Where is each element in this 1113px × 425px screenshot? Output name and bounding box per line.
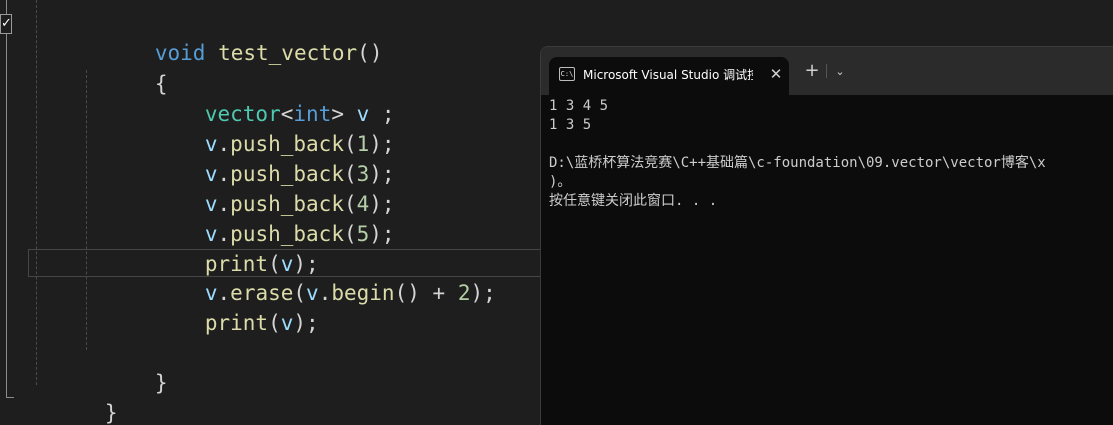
code-line-close-brace-inner[interactable]: }	[79, 338, 168, 395]
parens-inner: ()	[394, 281, 420, 305]
code-line-open-brace[interactable]: {	[79, 39, 168, 96]
paren-close: );	[369, 222, 395, 246]
close-brace: }	[104, 401, 118, 425]
code-line-print-1[interactable]: print(v);	[129, 219, 319, 276]
close-brace: }	[154, 371, 168, 395]
code-line-declaration[interactable]: vector<int> v ;	[129, 69, 395, 126]
paren-close: );	[470, 281, 496, 305]
terminal-icon: C:\	[559, 67, 575, 81]
code-line-erase[interactable]: v.erase(v.begin() + 2);	[129, 248, 496, 305]
output-press-any-key: 按任意键关闭此窗口. . .	[549, 193, 718, 209]
paren-close: );	[293, 311, 319, 335]
output-line-blank	[549, 135, 1113, 154]
code-line-function-signature[interactable]: void test_vector()	[79, 8, 383, 65]
number-offset: 2	[457, 281, 471, 305]
screen: ✓ void test_vector() { vector<int> v ; v…	[0, 0, 1113, 425]
paren-open: (	[343, 222, 357, 246]
argument-v: v	[280, 311, 294, 335]
code-line-push-back-1[interactable]: v.push_back(1);	[129, 99, 395, 156]
new-tab-button[interactable]: +	[803, 61, 821, 81]
code-line-push-back-4[interactable]: v.push_back(4);	[129, 159, 395, 216]
function-print: print	[204, 311, 269, 335]
function-name: test_vector	[218, 41, 358, 65]
debug-console-window[interactable]: C:\ Microsoft Visual Studio 调试控 ✕ + ⌄ 1 …	[540, 46, 1113, 425]
console-tab[interactable]: C:\ Microsoft Visual Studio 调试控 ✕	[549, 57, 789, 95]
fold-rail	[6, 0, 7, 398]
console-output[interactable]: 1 3 4 5 1 3 5 D:\蓝桥杯算法竞赛\C++基础篇\c-founda…	[549, 97, 1113, 211]
output-line-1: 1 3 4 5	[549, 98, 609, 114]
output-path-continuation: )。	[549, 174, 572, 190]
paren-open: (	[268, 311, 281, 335]
parens: ()	[357, 41, 383, 65]
output-path-line: D:\蓝桥杯算法竞赛\C++基础篇\c-foundation\09.vector…	[549, 155, 1046, 171]
code-line-close-brace-outer[interactable]: }	[29, 368, 118, 425]
tab-title: Microsoft Visual Studio 调试控	[583, 68, 753, 82]
indent-guide-outer	[36, 0, 37, 385]
number-arg: 5	[356, 222, 370, 246]
fold-toggle-icon[interactable]: ✓	[0, 14, 12, 34]
chevron-down-icon[interactable]: ⌄	[831, 62, 849, 82]
method-begin: begin	[331, 281, 395, 305]
dot-inner: .	[318, 281, 332, 305]
plus-operator: +	[419, 281, 458, 305]
code-line-push-back-3[interactable]: v.push_back(3);	[129, 129, 395, 186]
close-icon[interactable]: ✕	[767, 65, 785, 83]
console-titlebar[interactable]: C:\ Microsoft Visual Studio 调试控 ✕ + ⌄	[541, 47, 1113, 95]
output-line-2: 1 3 5	[549, 117, 592, 133]
fold-rail-end	[6, 397, 14, 398]
code-line-print-2[interactable]: print(v);	[129, 278, 319, 335]
code-line-push-back-5[interactable]: v.push_back(5);	[129, 189, 395, 246]
tab-divider	[826, 64, 827, 78]
